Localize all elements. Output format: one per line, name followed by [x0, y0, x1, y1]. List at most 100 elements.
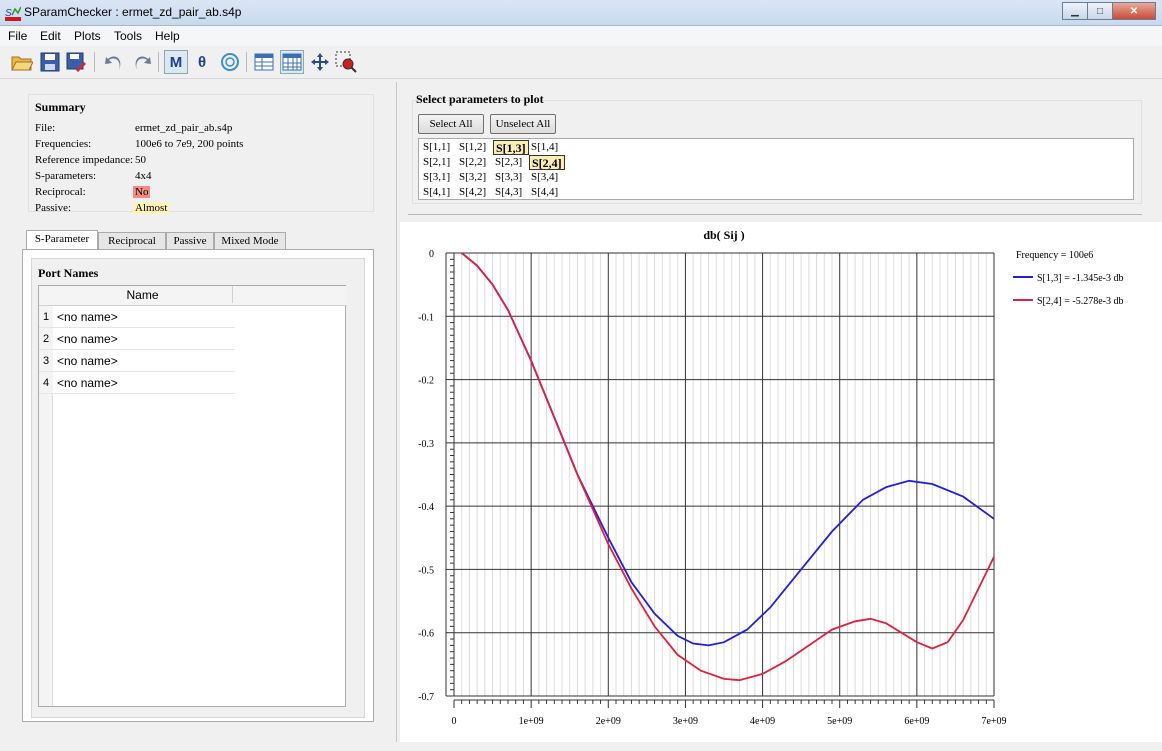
table-row[interactable]: 1 <no name>: [39, 306, 235, 328]
redo-icon[interactable]: [130, 50, 154, 74]
summary-key: Reciprocal:: [35, 186, 86, 198]
param-toggle-s4-3[interactable]: S[4,3]: [493, 185, 524, 199]
phase-label: θ: [197, 53, 207, 71]
tab-passive[interactable]: Passive: [166, 232, 214, 250]
x-tick-label: 0: [452, 716, 457, 727]
port-name-cell[interactable]: <no name>: [57, 354, 118, 368]
db-plot[interactable]: 0 1e+09 2e+09 3e+09 4e+09 5e+09 6e+09 7e+09 0 -0.…: [400, 222, 1162, 742]
port-names-table: Name 1 <no name> 2 <no name> 3 <no name>…: [38, 285, 347, 707]
port-name-cell[interactable]: <no name>: [57, 376, 118, 390]
param-toggle-s3-3[interactable]: S[3,3]: [493, 170, 524, 184]
legend-entry-1: S[1,3] = -1.345e-3 db: [1037, 273, 1123, 284]
pan-icon[interactable]: [308, 50, 332, 74]
x-tick-label: 2e+09: [596, 716, 621, 727]
save-as-icon[interactable]: [64, 50, 88, 74]
port-name-cell[interactable]: <no name>: [57, 310, 118, 324]
splitter-vertical[interactable]: [396, 82, 397, 742]
grid-icon[interactable]: [280, 50, 304, 74]
tab-reciprocal[interactable]: Reciprocal: [98, 232, 166, 250]
port-names-heading: Port Names: [38, 266, 99, 280]
param-toggle-s2-1[interactable]: S[2,1]: [421, 155, 452, 169]
x-tick-label: 5e+09: [827, 716, 852, 727]
param-toggle-s4-4[interactable]: S[4,4]: [529, 185, 560, 199]
x-tick-label: 3e+09: [673, 716, 698, 727]
menu-plots[interactable]: Plots: [74, 29, 101, 43]
y-tick-label: -0.5: [418, 565, 434, 576]
table-row[interactable]: 2 <no name>: [39, 328, 235, 350]
zoom-icon[interactable]: [334, 50, 358, 74]
smith-chart-icon[interactable]: [218, 50, 242, 74]
param-toggle-s1-1[interactable]: S[1,1]: [421, 140, 452, 154]
param-toggle-s3-2[interactable]: S[3,2]: [457, 170, 488, 184]
summary-key: Frequencies:: [35, 138, 92, 150]
x-tick-label: 1e+09: [519, 716, 544, 727]
reciprocal-status-badge: No: [133, 186, 151, 198]
passive-status-badge: Almost: [133, 202, 170, 214]
table-icon[interactable]: [252, 50, 276, 74]
param-toggle-s2-3[interactable]: S[2,3]: [493, 155, 524, 169]
row-number: 2: [39, 328, 53, 349]
toolbar: M θ: [0, 46, 1162, 79]
y-tick-label: -0.4: [418, 502, 434, 513]
x-tick-label: 6e+09: [904, 716, 929, 727]
param-toggle-s4-1[interactable]: S[4,1]: [421, 185, 452, 199]
menu-file[interactable]: File: [8, 29, 27, 43]
minimize-button[interactable]: ▁: [1062, 2, 1088, 20]
row-number: 4: [39, 372, 53, 393]
undo-icon[interactable]: [102, 50, 126, 74]
table-header: Name: [39, 286, 347, 306]
param-toggle-s1-3[interactable]: S[1,3]: [493, 140, 529, 155]
summary-value: 50: [135, 154, 146, 166]
maximize-button[interactable]: □: [1087, 2, 1113, 20]
magnitude-label: M: [169, 53, 183, 71]
row-number: 1: [39, 306, 53, 327]
menu-tools[interactable]: Tools: [114, 29, 142, 43]
menu-help[interactable]: Help: [155, 29, 180, 43]
param-toggle-s1-2[interactable]: S[1,2]: [457, 140, 488, 154]
param-toggle-s2-2[interactable]: S[2,2]: [457, 155, 488, 169]
magnitude-icon[interactable]: M: [164, 50, 188, 74]
legend-entry-2: S[2,4] = -5.278e-3 db: [1037, 296, 1123, 307]
close-button[interactable]: ✕: [1112, 2, 1156, 20]
phase-icon[interactable]: θ: [190, 50, 214, 74]
legend-title: Frequency = 100e6: [1016, 250, 1093, 261]
save-icon[interactable]: [38, 50, 62, 74]
parameter-list: S[1,1] S[1,2] S[1,3] S[1,4] S[2,1] S[2,2] S[2,…: [418, 138, 1134, 200]
y-tick-label: -0.3: [418, 439, 434, 450]
table-row[interactable]: 3 <no name>: [39, 350, 235, 372]
x-tick-label: 7e+09: [981, 716, 1006, 727]
row-number: 3: [39, 350, 53, 371]
y-tick-label: 0: [429, 249, 434, 260]
summary-heading: Summary: [35, 100, 86, 114]
summary-key: Passive:: [35, 202, 72, 214]
summary-value: ermet_zd_pair_ab.s4p: [135, 122, 233, 134]
app-logo-icon: S: [5, 6, 21, 21]
param-toggle-s3-1[interactable]: S[3,1]: [421, 170, 452, 184]
menu-edit[interactable]: Edit: [40, 29, 61, 43]
port-name-cell[interactable]: <no name>: [57, 332, 118, 346]
window-title: SParamChecker : ermet_zd_pair_ab.s4p: [24, 5, 242, 19]
param-toggle-s4-2[interactable]: S[4,2]: [457, 185, 488, 199]
param-toggle-s1-4[interactable]: S[1,4]: [529, 140, 560, 154]
title-bar: S SParamChecker : ermet_zd_pair_ab.s4p ▁…: [0, 0, 1162, 26]
open-folder-icon[interactable]: [10, 50, 34, 74]
tab-content: Port Names Name 1 <no name> 2 <no name> …: [22, 249, 374, 722]
unselect-all-button[interactable]: Unselect All: [490, 114, 556, 134]
parameter-selector: Select parameters to plot Select All Uns…: [408, 90, 1142, 208]
table-row[interactable]: 4 <no name>: [39, 372, 235, 394]
chart-title: db( Sij ): [703, 228, 744, 242]
y-tick-label: -0.2: [418, 376, 434, 387]
splitter-horizontal[interactable]: [408, 214, 1142, 215]
param-toggle-s3-4[interactable]: S[3,4]: [529, 170, 560, 184]
port-names-panel: Port Names Name 1 <no name> 2 <no name> …: [31, 258, 365, 718]
summary-key: File:: [35, 122, 56, 134]
menu-bar: File Edit Plots Tools Help: [0, 26, 1162, 46]
parameter-selector-heading: Select parameters to plot: [416, 92, 544, 106]
column-header-name[interactable]: Name: [53, 286, 233, 303]
select-all-button[interactable]: Select All: [418, 114, 484, 134]
param-toggle-s2-4[interactable]: S[2,4]: [529, 155, 565, 170]
summary-key: Reference impedance:: [35, 154, 134, 166]
tab-s-parameter[interactable]: S-Parameter: [26, 230, 98, 250]
tab-mixed-mode[interactable]: Mixed Mode: [214, 232, 286, 250]
y-tick-label: -0.1: [418, 312, 434, 323]
